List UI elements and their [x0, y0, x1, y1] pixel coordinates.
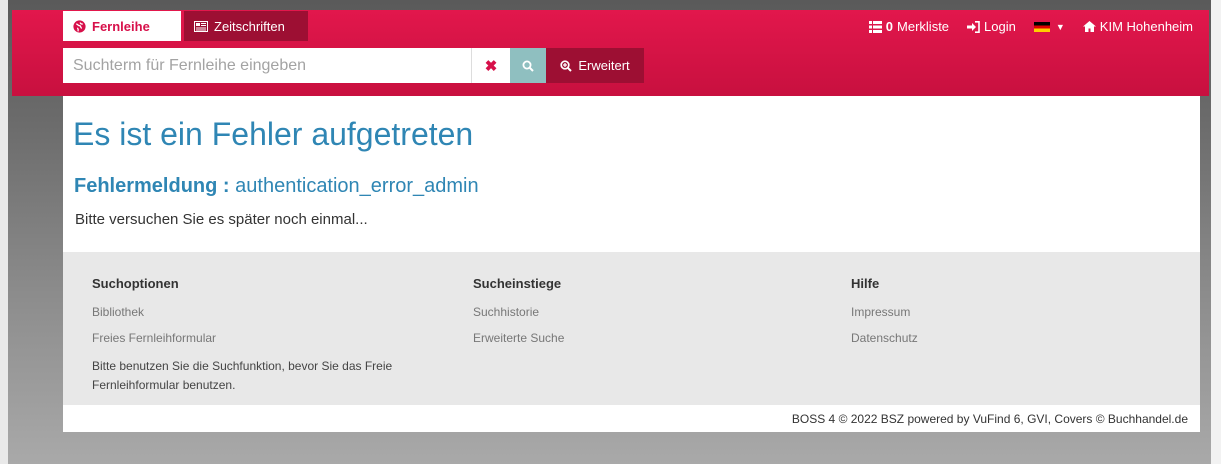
footer-note: Bitte benutzen Sie die Suchfunktion, bev…	[92, 359, 393, 392]
list-icon	[868, 20, 882, 33]
german-flag-icon	[1033, 21, 1050, 32]
search-input[interactable]	[63, 48, 471, 83]
page-title: Es ist ein Fehler aufgetreten	[73, 116, 474, 152]
globe-icon	[73, 19, 86, 33]
merkliste-link[interactable]: 0 Merkliste	[868, 19, 950, 34]
search-bar: ✖ Erweitert	[63, 48, 644, 83]
window-edge-left	[0, 0, 8, 464]
footer-link-fernleihformular[interactable]: Freies Fernleihformular	[92, 331, 452, 345]
login-link[interactable]: Login	[967, 19, 1016, 34]
merkliste-count: 0	[885, 19, 894, 34]
error-heading: Fehlermeldung : authentication_error_adm…	[74, 175, 479, 198]
footer: Suchoptionen Bibliothek Freies Fernleihf…	[63, 252, 1200, 405]
footer-link-datenschutz[interactable]: Datenschutz	[851, 331, 918, 345]
search-button[interactable]	[510, 48, 546, 83]
footer-column-suchoptionen: Suchoptionen Bibliothek Freies Fernleihf…	[92, 276, 452, 395]
header-bar: Fernleihe Zeitschriften 0 Merkliste Logi…	[12, 10, 1209, 96]
footer-heading: Hilfe	[851, 276, 880, 291]
copyright-text: BOSS 4 © 2022 BSZ powered by VuFind 6, G…	[791, 412, 1188, 426]
language-selector[interactable]: ▼	[1033, 21, 1065, 32]
copyright-bar: BOSS 4 © 2022 BSZ powered by VuFind 6, G…	[63, 405, 1200, 432]
footer-link-impressum[interactable]: Impressum	[851, 305, 918, 319]
library-home-link[interactable]: KIM Hohenheim	[1082, 19, 1193, 34]
library-label: KIM Hohenheim	[1099, 19, 1193, 34]
advanced-search-button[interactable]: Erweitert	[546, 48, 644, 83]
footer-link-suchhistorie[interactable]: Suchhistorie	[473, 305, 564, 319]
zoom-in-icon	[560, 59, 573, 72]
close-icon: ✖	[484, 57, 498, 75]
tab-zeitschriften[interactable]: Zeitschriften	[184, 11, 308, 41]
error-code: authentication_error_admin	[235, 175, 479, 197]
window-edge-right	[1211, 0, 1221, 464]
footer-heading: Suchoptionen	[92, 276, 179, 291]
sign-in-icon	[967, 20, 980, 33]
tab-fernleihe[interactable]: Fernleihe	[63, 11, 181, 41]
footer-link-bibliothek[interactable]: Bibliothek	[92, 305, 452, 319]
error-label: Fehlermeldung :	[74, 175, 230, 197]
footer-column-sucheinstiege: Sucheinstiege Suchhistorie Erweiterte Su…	[473, 276, 564, 357]
login-label: Login	[984, 19, 1016, 34]
tab-label: Zeitschriften	[214, 18, 285, 34]
tab-label: Fernleihe	[92, 18, 150, 34]
search-icon	[522, 60, 534, 72]
main-content: Es ist ein Fehler aufgetreten Fehlermeld…	[63, 96, 1200, 252]
clear-search-button[interactable]: ✖	[471, 48, 510, 83]
top-navigation: 0 Merkliste Login ▼ KIM Hohenheim	[868, 19, 1193, 34]
error-message: Bitte versuchen Sie es später noch einma…	[75, 211, 368, 228]
advanced-search-label: Erweitert	[578, 58, 630, 73]
footer-link-erweiterte-suche[interactable]: Erweiterte Suche	[473, 331, 564, 345]
newspaper-icon	[194, 20, 208, 32]
footer-heading: Sucheinstiege	[473, 276, 562, 291]
footer-column-hilfe: Hilfe Impressum Datenschutz	[851, 276, 918, 357]
caret-down-icon: ▼	[1055, 21, 1065, 32]
home-icon	[1082, 21, 1096, 32]
merkliste-label: Merkliste	[897, 19, 950, 34]
